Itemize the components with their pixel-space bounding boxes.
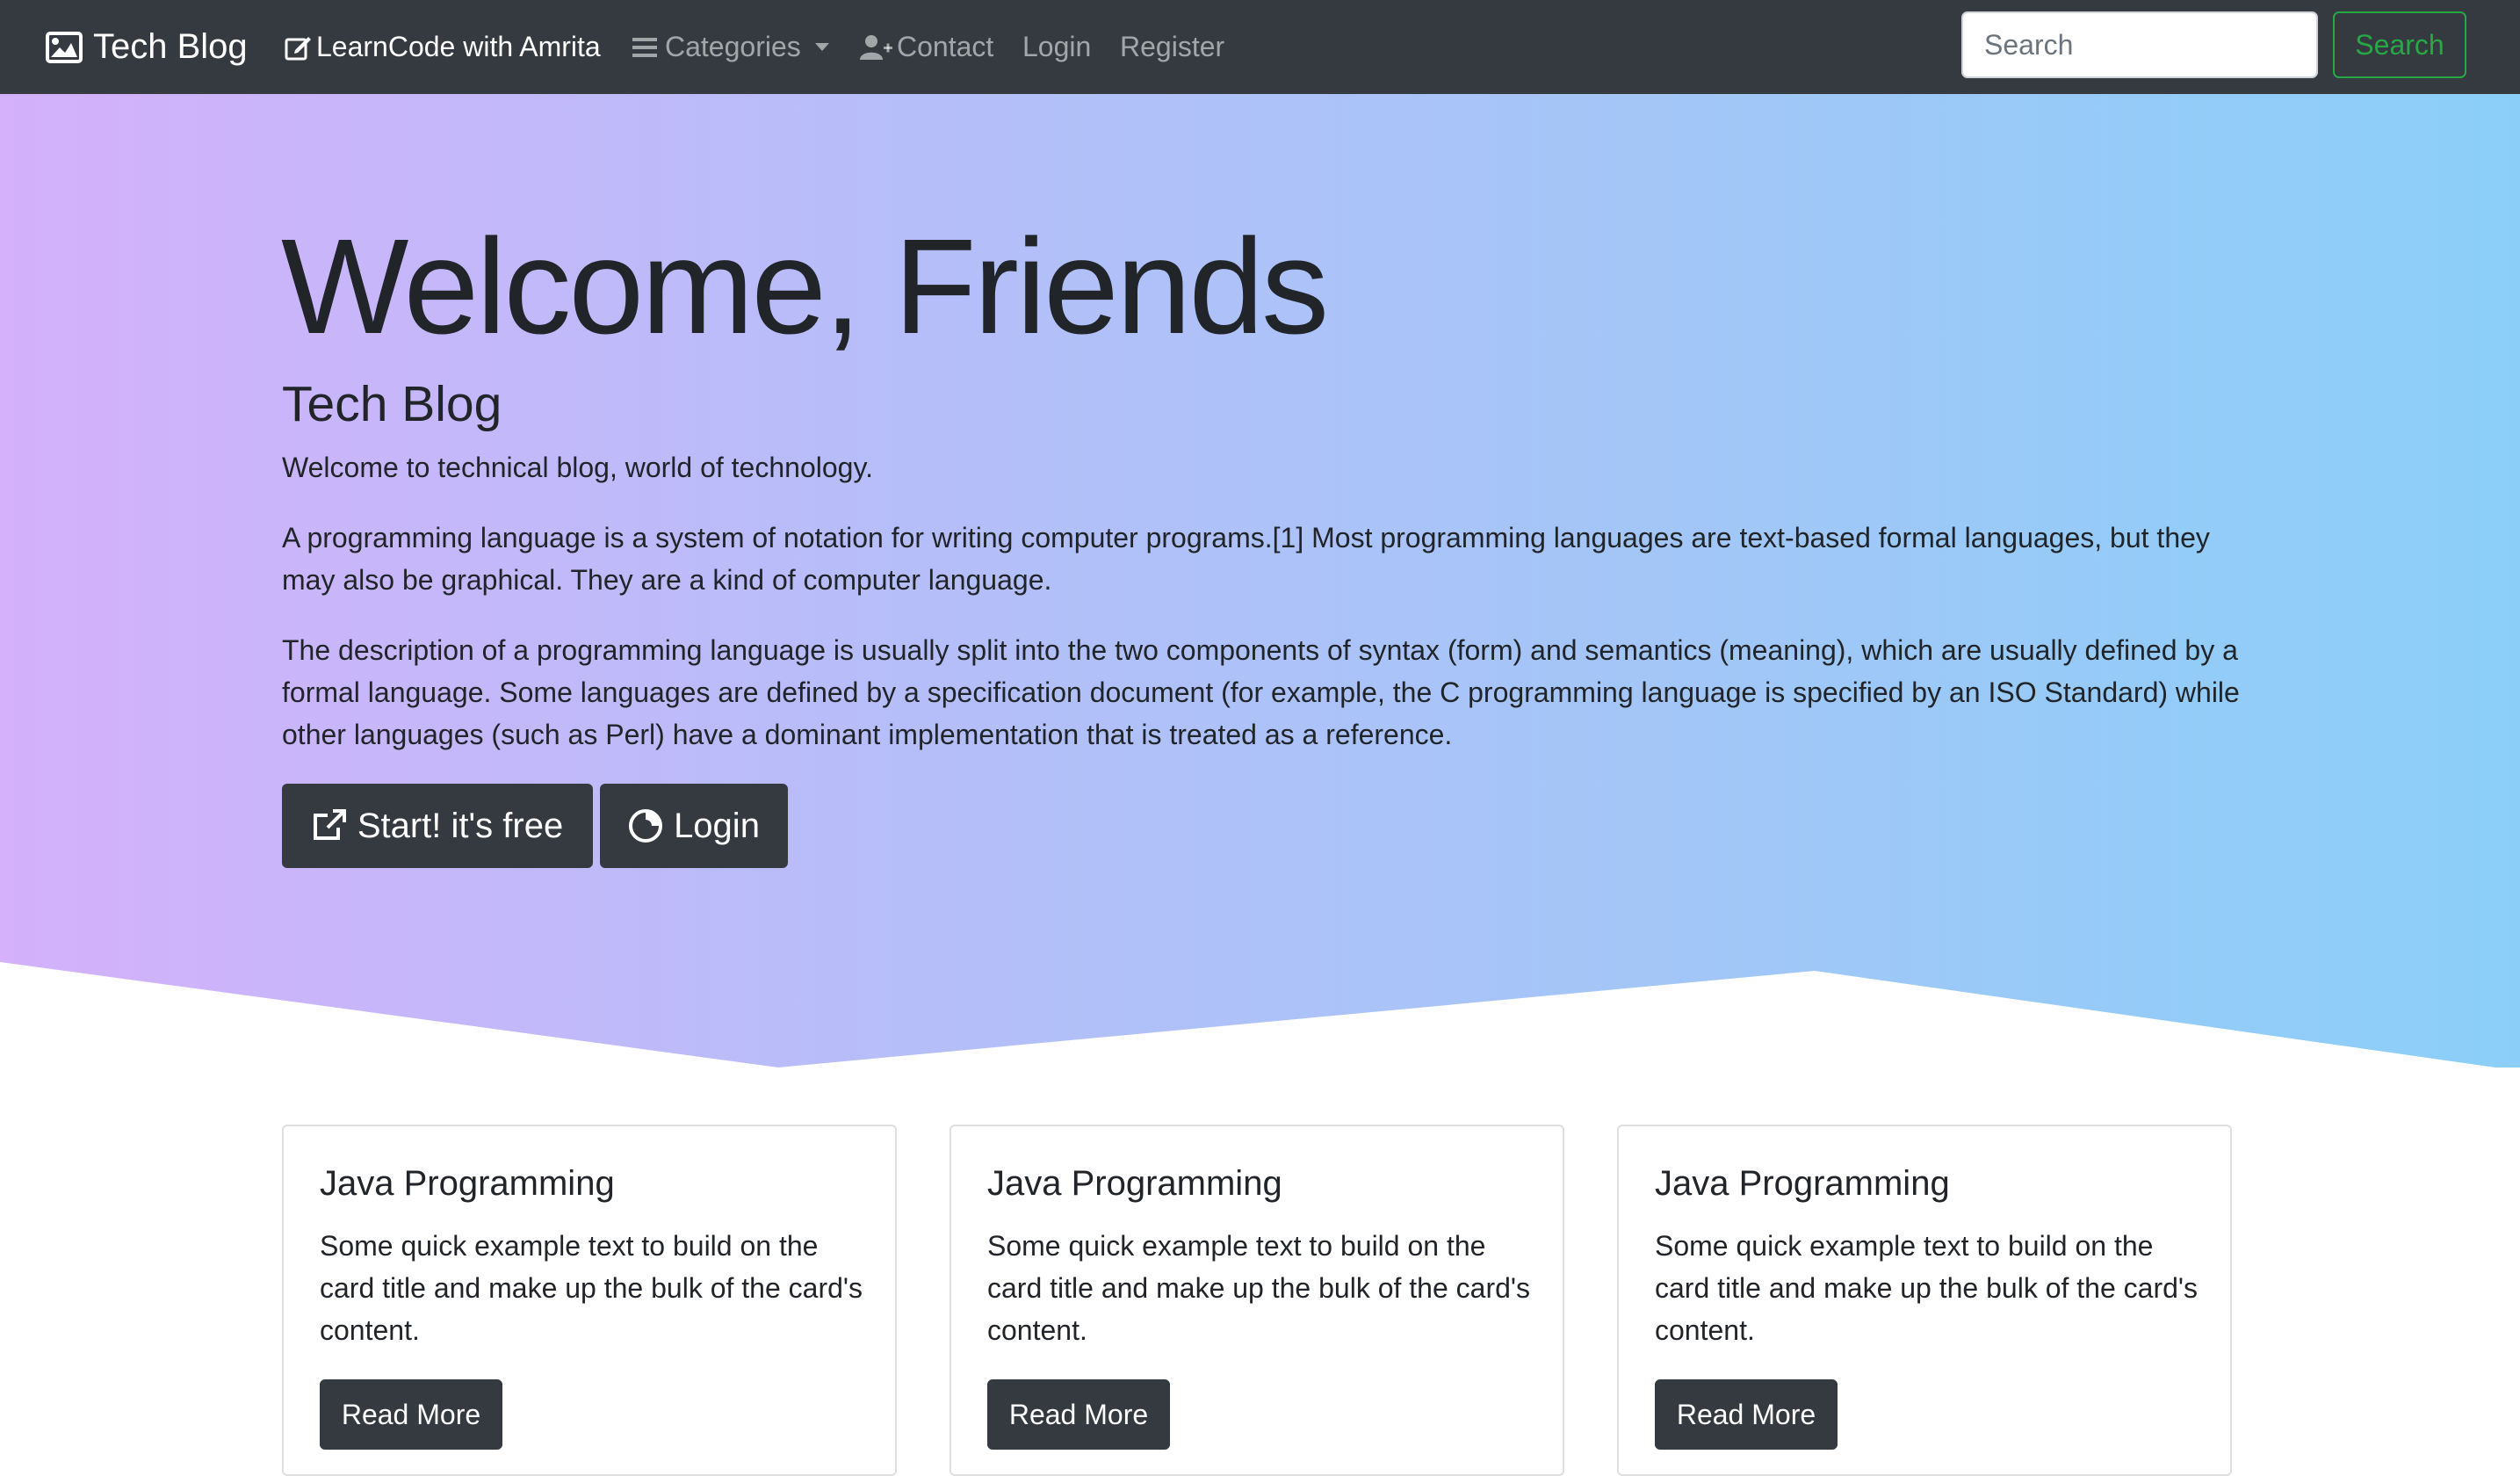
user-plus-icon	[860, 34, 897, 61]
external-link-icon	[312, 808, 357, 843]
search-input[interactable]	[1961, 11, 2318, 78]
edit-icon	[285, 34, 316, 61]
nav-register[interactable]: Register	[1120, 0, 1224, 94]
nav-learncode[interactable]: LearnCode with Amrita	[285, 0, 601, 94]
hero-subtitle: Tech Blog	[282, 376, 502, 432]
image-icon	[46, 31, 93, 63]
read-more-button[interactable]: Read More	[987, 1379, 1170, 1450]
card-text: Some quick example text to build on the …	[320, 1230, 863, 1346]
nav-contact[interactable]: Contact	[860, 0, 993, 94]
article-card: Java Programming Some quick example text…	[950, 1125, 1564, 1476]
start-free-button[interactable]: Start! it's free	[282, 784, 593, 868]
card-title: Java Programming	[320, 1164, 615, 1203]
brand-link[interactable]: Tech Blog	[46, 0, 248, 94]
card-title: Java Programming	[1655, 1164, 1950, 1203]
hero-title: Welcome, Friends	[281, 211, 1329, 362]
hero-login-label: Login	[674, 806, 760, 845]
hero-login-button[interactable]: Login	[600, 784, 788, 868]
article-card: Java Programming Some quick example text…	[282, 1125, 897, 1476]
hero-paragraph: Welcome to technical blog, world of tech…	[282, 452, 873, 483]
nav-categories-dropdown[interactable]: Categories	[632, 0, 829, 94]
read-more-button[interactable]: Read More	[1655, 1379, 1838, 1450]
bars-icon	[632, 36, 661, 59]
nav-contact-label: Contact	[897, 31, 994, 62]
read-more-button[interactable]: Read More	[320, 1379, 502, 1450]
start-free-label: Start! it's free	[357, 806, 564, 845]
card-title: Java Programming	[987, 1164, 1282, 1203]
search-button[interactable]: Search	[2333, 11, 2466, 78]
card-text: Some quick example text to build on the …	[1655, 1230, 2199, 1346]
article-card: Java Programming Some quick example text…	[1617, 1125, 2232, 1476]
nav-categories-label: Categories	[665, 31, 801, 62]
card-text: Some quick example text to build on the …	[987, 1230, 1531, 1346]
chevron-down-icon	[814, 43, 829, 51]
top-navbar: Tech Blog LearnCode with Amrita Categori…	[0, 0, 2520, 94]
nav-learncode-label: LearnCode with Amrita	[316, 31, 601, 62]
spinner-circle-icon	[628, 808, 674, 843]
nav-login[interactable]: Login	[1022, 0, 1091, 94]
hero-paragraph: The description of a programming languag…	[282, 634, 2240, 750]
brand-label: Tech Blog	[93, 27, 248, 66]
hero-paragraph: A programming language is a system of no…	[282, 522, 2210, 596]
